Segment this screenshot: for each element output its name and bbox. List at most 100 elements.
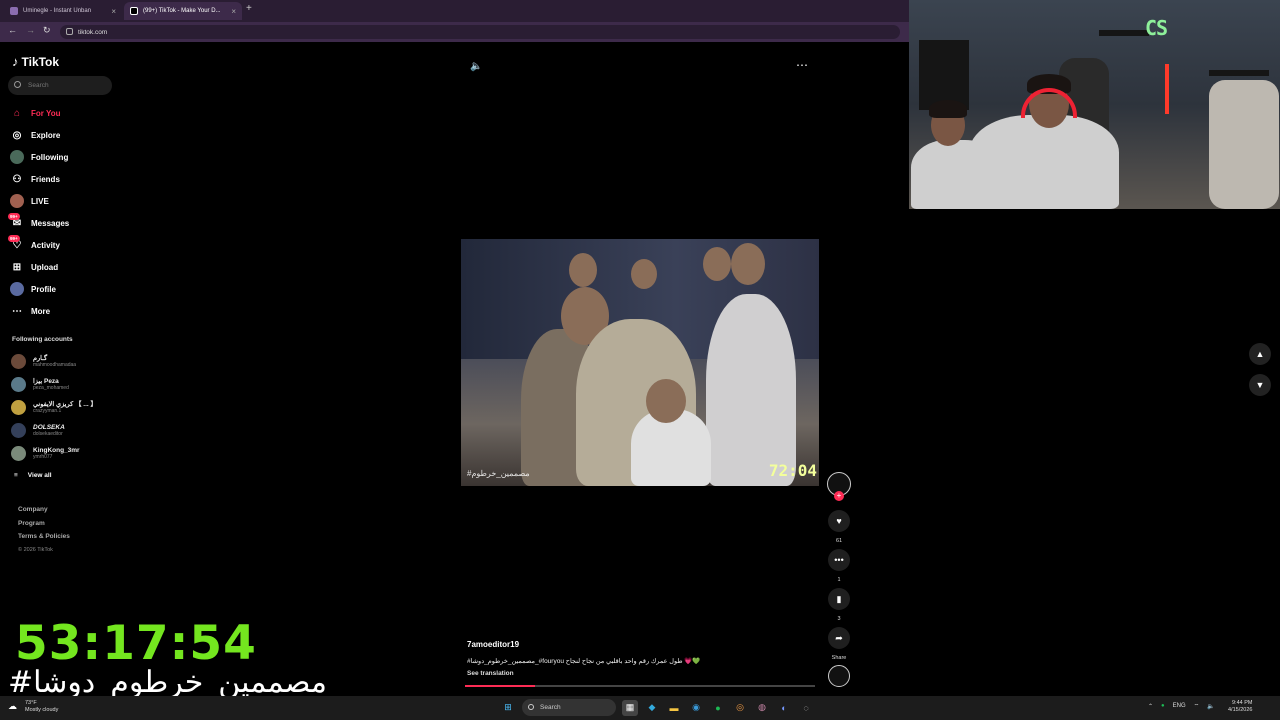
like-button[interactable]: ♥ 61 (826, 510, 852, 544)
following-account[interactable]: كريزي الايفوني 【 ... 】 crazyyman.1 (11, 396, 121, 419)
sidebar-item-following[interactable]: Following (10, 146, 120, 168)
following-accounts-title: Following accounts (12, 336, 73, 343)
sidebar-item-for-you[interactable]: ⌂ For You (10, 102, 120, 124)
save-button[interactable]: ▮ 3 (826, 588, 852, 622)
language-indicator[interactable]: ENG (1173, 703, 1186, 709)
sidebar-item-label: Upload (31, 262, 59, 272)
webcam-person-hair (929, 100, 967, 118)
account-handle: ymrh077 (33, 454, 53, 460)
gaming-chair (1209, 80, 1279, 209)
footer-link-company[interactable]: Company (18, 503, 70, 517)
following-account[interactable]: بيزا Peza peza_mohamed (11, 373, 121, 396)
footer-link-terms[interactable]: Terms & Policies (18, 530, 70, 544)
follow-plus-icon[interactable]: + (834, 491, 844, 501)
video-figure (706, 294, 796, 486)
avatar (11, 423, 26, 438)
reload-icon[interactable]: ↻ (43, 25, 51, 36)
sidebar-item-label: Friends (31, 174, 60, 184)
taskbar-search[interactable]: Search (522, 699, 616, 716)
obs-icon[interactable]: ◌ (798, 700, 814, 716)
account-name: KingKong_3mr (33, 447, 80, 454)
share-button[interactable]: ➦ Share (826, 627, 852, 661)
account-handle: dolsekaeditor (33, 431, 63, 437)
new-tab-button[interactable]: + (246, 3, 252, 14)
next-video-button[interactable]: ▼ (1249, 374, 1271, 396)
sidebar-item-label: For You (31, 108, 61, 118)
sidebar-item-label: LIVE (31, 196, 49, 206)
video-username[interactable]: 7amoeditor19 (467, 640, 519, 649)
sidebar-item-explore[interactable]: ◎ Explore (10, 124, 120, 146)
comment-button[interactable]: ••• 1 (826, 549, 852, 583)
browser-icon[interactable]: ◍ (754, 700, 770, 716)
activity-icon: ♡ 99+ (8, 235, 22, 251)
brand-name: TikTok (21, 54, 60, 69)
music-disc-button[interactable] (826, 665, 852, 687)
footer-link-program[interactable]: Program (18, 517, 70, 531)
spotify-icon[interactable]: ● (710, 700, 726, 716)
tray-app-icon[interactable]: ● (1161, 703, 1165, 709)
copilot-icon[interactable]: ◆ (644, 700, 660, 716)
sidebar-item-messages[interactable]: ✉ 99+ Messages (8, 212, 120, 234)
widgets-icon[interactable]: ▦ (622, 699, 638, 716)
tiktok-logo[interactable]: ♪ TikTok (12, 54, 59, 69)
more-options-icon[interactable]: ⋯ (796, 58, 809, 72)
taskbar-clock[interactable]: 9:44 PM 4/15/2026 (1228, 700, 1252, 714)
url-input[interactable]: tiktok.com (60, 25, 900, 39)
discord-icon[interactable]: ◐ (776, 700, 792, 716)
sidebar-item-profile[interactable]: Profile (10, 278, 120, 300)
search-icon (528, 704, 534, 710)
account-name: بيزا Peza (33, 378, 59, 385)
weather-desc: Mostly cloudy (25, 707, 59, 713)
chrome-icon[interactable]: ◎ (732, 700, 748, 716)
sidebar-item-label: More (31, 306, 51, 316)
tiktok-note-icon: ♪ (12, 54, 19, 69)
view-all-button[interactable]: ≡ View all (14, 472, 52, 479)
sidebar-item-label: Following (31, 152, 69, 162)
bookmark-icon: ▮ (828, 588, 850, 610)
volume-icon[interactable]: 🔈 (470, 61, 482, 72)
account-name: DOLSEKA (33, 424, 65, 431)
tab-uminegle[interactable]: Uminegle - Instant Unban × (4, 2, 122, 20)
video-frame[interactable]: #مصممين_خرطوم 72:04 (461, 239, 819, 486)
see-translation-link[interactable]: See translation (467, 670, 514, 677)
profile-icon (10, 282, 24, 296)
neon-light (1165, 64, 1169, 114)
weather-icon: ☁ (8, 701, 17, 711)
sidebar-item-more[interactable]: ⋯ More (10, 300, 120, 322)
wifi-icon[interactable]: ⌔ (1194, 702, 1200, 710)
sidebar-item-friends[interactable]: ⚇ Friends (10, 168, 120, 190)
tab-tiktok[interactable]: (99+) TikTok - Make Your D... × (124, 2, 242, 20)
close-tab-icon[interactable]: × (111, 7, 116, 16)
creator-avatar-button[interactable]: + (826, 472, 852, 501)
close-tab-icon[interactable]: × (231, 7, 236, 16)
live-icon (10, 194, 24, 208)
edge-icon[interactable]: ◉ (688, 700, 704, 716)
site-info-icon[interactable] (66, 28, 73, 35)
tray-expand-icon[interactable]: ⌃ (1148, 703, 1153, 710)
address-bar-row: ← → ↻ tiktok.com (0, 22, 909, 42)
volume-icon[interactable]: 🔈 (1207, 703, 1214, 710)
chevron-down-icon: ▼ (1255, 380, 1265, 390)
following-account[interactable]: KingKong_3mr ymrh077 (11, 442, 121, 465)
video-progress-bar[interactable] (465, 685, 815, 687)
tab-favicon-icon (10, 7, 18, 15)
forward-icon[interactable]: → (26, 25, 35, 35)
save-count: 3 (837, 616, 841, 622)
account-handle: mahmoodhamadaa (33, 362, 77, 368)
search-input[interactable]: Search (8, 76, 112, 95)
account-handle: peza_mohamed (33, 385, 69, 391)
chevron-up-icon: ▲ (1255, 349, 1265, 359)
weather-widget[interactable]: 73°F Mostly cloudy (25, 700, 58, 714)
windows-start-icon[interactable]: ⊞ (500, 700, 516, 716)
more-icon: ⋯ (12, 305, 22, 317)
video-hashtag: #مصممين_خرطوم (467, 469, 530, 478)
sidebar-item-activity[interactable]: ♡ 99+ Activity (8, 234, 120, 256)
sidebar-footer: Company Program Terms & Policies © 2026 … (18, 503, 70, 557)
back-icon[interactable]: ← (8, 25, 17, 35)
sidebar-item-live[interactable]: LIVE (10, 190, 120, 212)
file-explorer-icon[interactable]: ▬ (666, 700, 682, 716)
previous-video-button[interactable]: ▲ (1249, 343, 1271, 365)
following-account[interactable]: گـارم mahmoodhamadaa (11, 350, 121, 373)
following-account[interactable]: DOLSEKA dolsekaeditor (11, 419, 121, 442)
sidebar-item-upload[interactable]: ⊞ Upload (10, 256, 120, 278)
